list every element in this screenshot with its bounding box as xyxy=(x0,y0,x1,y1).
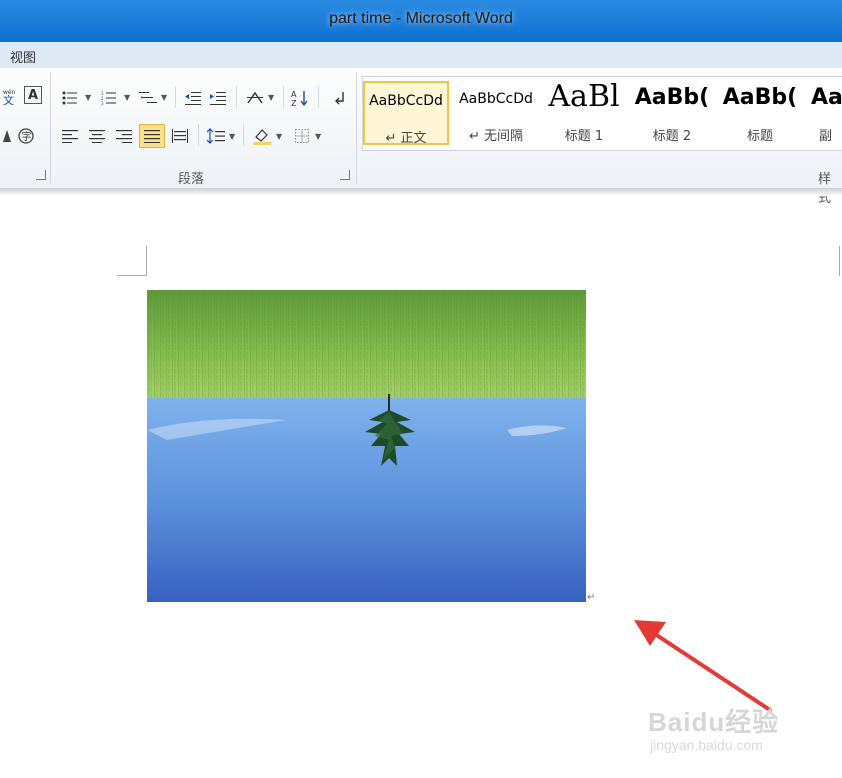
crop-mark xyxy=(839,246,840,276)
align-center-icon[interactable] xyxy=(87,126,107,146)
watermark-logo: Baidu经验 xyxy=(648,707,780,737)
style-heading-2[interactable]: AaBb( 标题 2 xyxy=(629,81,715,145)
style-title[interactable]: AaBb( 标题 xyxy=(717,81,803,145)
style-name: ↵ 无间隔 xyxy=(468,129,524,144)
style-preview: Aa xyxy=(811,85,842,110)
character-border-icon[interactable]: A xyxy=(24,86,42,104)
divider xyxy=(175,86,176,108)
svg-text:Z: Z xyxy=(291,99,297,107)
style-name: 标题 xyxy=(746,129,773,144)
style-preview: AaBbCcDd xyxy=(459,91,533,107)
align-right-icon[interactable] xyxy=(114,126,134,146)
style-heading-1[interactable]: AaBl 标题 1 xyxy=(541,79,627,145)
menu-view-tab[interactable]: 视图 xyxy=(10,47,36,66)
divider xyxy=(318,86,319,108)
svg-text:文: 文 xyxy=(3,93,14,105)
style-name: 标题 1 xyxy=(564,129,604,144)
style-name: 副标 xyxy=(819,129,833,144)
crop-mark xyxy=(146,246,147,276)
watermark-url: jingyan.baidu.com xyxy=(650,737,763,753)
style-preview: AaBb( xyxy=(722,85,798,110)
style-preview: AaBl xyxy=(548,79,620,114)
svg-text:A: A xyxy=(291,90,297,99)
char-shading-icon[interactable] xyxy=(0,126,16,146)
chevron-down-icon[interactable]: ▼ xyxy=(229,132,235,141)
shading-icon[interactable] xyxy=(252,126,272,146)
divider xyxy=(243,124,244,146)
style-name: 标题 2 xyxy=(652,129,692,144)
chinese-layout-icon[interactable] xyxy=(245,88,265,108)
ribbon: wén 文 A 字 ▼ 123 ▼ ▼ ▼ AZ ▼ ▼ ▼ 段落 AaBbCc… xyxy=(0,68,842,206)
paragraph-group-label: 段落 xyxy=(178,172,205,187)
chevron-down-icon[interactable]: ▼ xyxy=(315,132,321,141)
style-preview: AaBb( xyxy=(634,85,710,110)
divider xyxy=(236,86,237,108)
menu-bar: 视图 xyxy=(0,42,842,68)
chevron-down-icon[interactable]: ▼ xyxy=(276,132,282,141)
show-marks-icon[interactable] xyxy=(330,88,350,108)
style-subtitle[interactable]: Aa 副标 xyxy=(805,81,842,145)
window-title: part time - Microsoft Word xyxy=(329,10,513,27)
style-preview: AaBbCcDd xyxy=(369,93,443,109)
chevron-down-icon[interactable]: ▼ xyxy=(85,93,91,102)
line-spacing-icon[interactable] xyxy=(206,126,226,146)
justify-icon[interactable] xyxy=(139,124,165,148)
style-normal[interactable]: AaBbCcDd ↵ 正文 xyxy=(363,81,449,146)
chevron-down-icon[interactable]: ▼ xyxy=(124,93,130,102)
bullets-icon[interactable] xyxy=(60,88,80,108)
multilevel-list-icon[interactable] xyxy=(138,88,158,108)
borders-icon[interactable] xyxy=(292,126,312,146)
align-left-icon[interactable] xyxy=(60,126,80,146)
inserted-picture[interactable] xyxy=(147,290,586,602)
divider xyxy=(283,86,284,108)
chevron-down-icon[interactable]: ▼ xyxy=(268,93,274,102)
styles-gallery: AaBbCcDd ↵ 正文 AaBbCcDd ↵ 无间隔 AaBl 标题 1 A… xyxy=(362,76,842,151)
divider xyxy=(198,124,199,146)
crop-mark xyxy=(117,275,147,276)
decrease-indent-icon[interactable] xyxy=(183,88,203,108)
font-dialog-launcher-icon[interactable] xyxy=(36,170,46,180)
ribbon-shadow xyxy=(0,188,842,196)
chevron-down-icon[interactable]: ▼ xyxy=(161,93,167,102)
style-name: ↵ 正文 xyxy=(385,131,427,146)
sort-icon[interactable]: AZ xyxy=(290,88,310,108)
paragraph-dialog-launcher-icon[interactable] xyxy=(340,170,350,180)
increase-indent-icon[interactable] xyxy=(208,88,228,108)
group-separator xyxy=(356,72,357,184)
title-bar: part time - Microsoft Word xyxy=(0,0,842,42)
distributed-icon[interactable] xyxy=(170,126,190,146)
group-separator xyxy=(50,72,51,184)
svg-text:字: 字 xyxy=(22,130,32,143)
style-no-spacing[interactable]: AaBbCcDd ↵ 无间隔 xyxy=(453,81,539,145)
phonetic-guide-icon[interactable]: wén 文 xyxy=(0,86,20,106)
paragraph-mark: ↵ xyxy=(587,592,596,603)
enclose-char-icon[interactable]: 字 xyxy=(16,126,36,146)
svg-text:3: 3 xyxy=(101,101,104,105)
numbering-icon[interactable]: 123 xyxy=(99,88,119,108)
